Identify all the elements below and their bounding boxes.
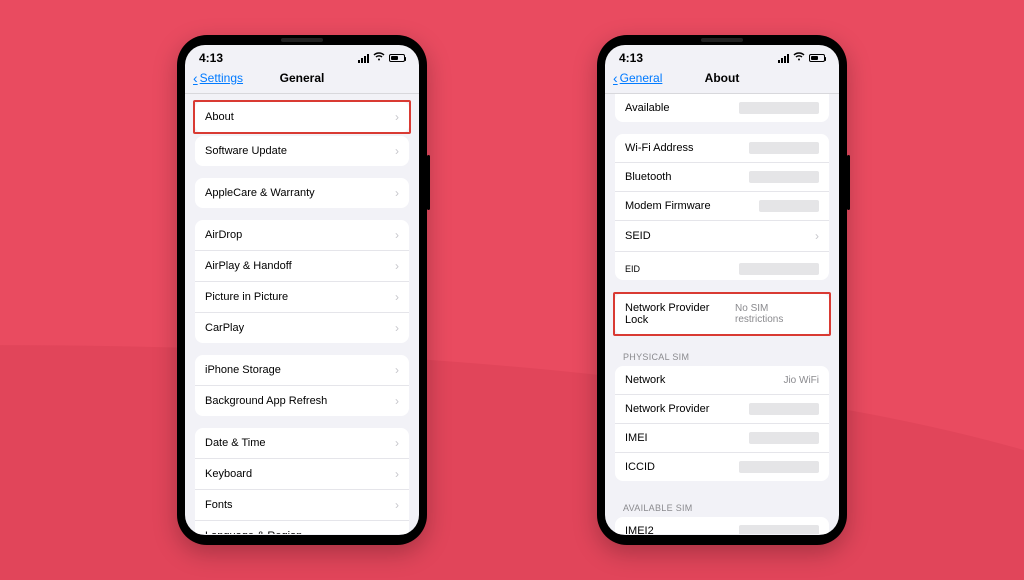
chevron-right-icon: ›	[395, 321, 399, 335]
status-bar: 4:13	[185, 45, 419, 67]
section-header-available-sim: AVAILABLE SIM	[615, 493, 829, 517]
redacted-value	[749, 142, 819, 154]
row-fonts[interactable]: Fonts ›	[195, 490, 409, 521]
row-network-provider-lock[interactable]: Network Provider Lock No SIM restriction…	[615, 294, 829, 334]
chevron-left-icon: ‹	[193, 70, 198, 86]
status-icons	[778, 52, 825, 64]
phone-side-button	[427, 155, 430, 210]
back-label: General	[620, 71, 663, 85]
chevron-right-icon: ›	[395, 186, 399, 200]
row-airplay[interactable]: AirPlay & Handoff ›	[195, 251, 409, 282]
highlight-network-lock: Network Provider Lock No SIM restriction…	[613, 292, 831, 336]
row-airdrop[interactable]: AirDrop ›	[195, 220, 409, 251]
chevron-right-icon: ›	[395, 228, 399, 242]
nav-header: ‹ General About	[605, 67, 839, 94]
row-available[interactable]: Available	[615, 94, 829, 122]
wifi-icon	[373, 52, 385, 64]
redacted-value	[739, 525, 819, 534]
row-iccid[interactable]: ICCID	[615, 453, 829, 481]
redacted-value	[749, 403, 819, 415]
row-imei[interactable]: IMEI	[615, 424, 829, 453]
row-software-update[interactable]: Software Update ›	[195, 136, 409, 166]
chevron-right-icon: ›	[395, 110, 399, 124]
chevron-right-icon: ›	[395, 498, 399, 512]
row-background-refresh[interactable]: Background App Refresh ›	[195, 386, 409, 416]
row-imei2[interactable]: IMEI2	[615, 517, 829, 534]
screen-general: 4:13 ‹ Settings General	[185, 45, 419, 535]
chevron-right-icon: ›	[395, 363, 399, 377]
redacted-value	[739, 461, 819, 473]
redacted-value	[749, 432, 819, 444]
battery-icon	[389, 54, 405, 62]
redacted-value	[739, 102, 819, 114]
chevron-right-icon: ›	[395, 467, 399, 481]
chevron-right-icon: ›	[395, 290, 399, 304]
row-applecare[interactable]: AppleCare & Warranty ›	[195, 178, 409, 208]
back-button[interactable]: ‹ General	[613, 70, 662, 86]
row-iphone-storage[interactable]: iPhone Storage ›	[195, 355, 409, 386]
redacted-value	[739, 263, 819, 275]
status-icons	[358, 52, 405, 64]
phone-side-button	[847, 155, 850, 210]
row-carplay[interactable]: CarPlay ›	[195, 313, 409, 343]
chevron-right-icon: ›	[815, 229, 819, 243]
back-label: Settings	[200, 71, 243, 85]
row-wifi-address[interactable]: Wi-Fi Address	[615, 134, 829, 163]
chevron-left-icon: ‹	[613, 70, 618, 86]
redacted-value	[749, 171, 819, 183]
nav-header: ‹ Settings General	[185, 67, 419, 94]
redacted-value	[759, 200, 819, 212]
content-general[interactable]: About › Software Update › AppleCare & Wa…	[185, 94, 419, 534]
phone-mockup-right: 4:13 ‹ General About	[597, 35, 847, 545]
row-date-time[interactable]: Date & Time ›	[195, 428, 409, 459]
section-header-physical-sim: PHYSICAL SIM	[615, 342, 829, 366]
row-about[interactable]: About ›	[195, 102, 409, 132]
row-modem-firmware[interactable]: Modem Firmware	[615, 192, 829, 221]
chevron-right-icon: ›	[395, 436, 399, 450]
row-keyboard[interactable]: Keyboard ›	[195, 459, 409, 490]
cellular-signal-icon	[358, 54, 369, 63]
row-network-provider[interactable]: Network Provider	[615, 395, 829, 424]
row-seid[interactable]: SEID ›	[615, 221, 829, 252]
row-bluetooth[interactable]: Bluetooth	[615, 163, 829, 192]
cellular-signal-icon	[778, 54, 789, 63]
row-pip[interactable]: Picture in Picture ›	[195, 282, 409, 313]
status-time: 4:13	[619, 51, 643, 65]
battery-icon	[809, 54, 825, 62]
chevron-right-icon: ›	[395, 529, 399, 534]
wifi-icon	[793, 52, 805, 64]
row-network[interactable]: Network Jio WiFi	[615, 366, 829, 395]
highlight-about: About ›	[193, 100, 411, 134]
phone-mockup-left: 4:13 ‹ Settings General	[177, 35, 427, 545]
screen-about: 4:13 ‹ General About	[605, 45, 839, 535]
chevron-right-icon: ›	[395, 394, 399, 408]
row-language-region[interactable]: Language & Region ›	[195, 521, 409, 534]
content-about[interactable]: Available Wi-Fi Address Bluetooth Modem	[605, 94, 839, 534]
chevron-right-icon: ›	[395, 259, 399, 273]
chevron-right-icon: ›	[395, 144, 399, 158]
status-time: 4:13	[199, 51, 223, 65]
stage: 4:13 ‹ Settings General	[0, 0, 1024, 580]
back-button[interactable]: ‹ Settings	[193, 70, 243, 86]
status-bar: 4:13	[605, 45, 839, 67]
row-eid[interactable]: EID	[615, 252, 829, 280]
